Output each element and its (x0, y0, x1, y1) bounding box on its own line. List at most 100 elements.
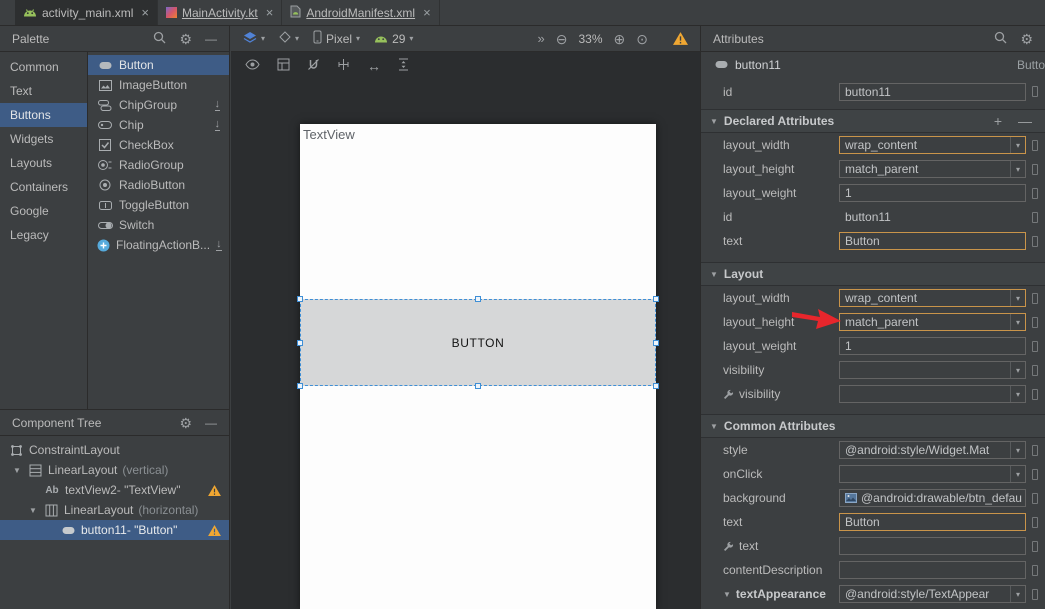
favorite-flag-icon[interactable] (1032, 565, 1038, 576)
common-text-input[interactable]: Button (839, 513, 1026, 531)
device-selector[interactable]: Pixel ▾ (313, 30, 360, 47)
hide-panel-icon[interactable]: — (205, 416, 217, 430)
tab-activity-main-xml[interactable]: activity_main.xml × (15, 0, 158, 25)
common-background-input[interactable]: @android:drawable/btn_defau (839, 489, 1026, 507)
favorite-flag-icon[interactable] (1032, 164, 1038, 175)
resize-handle[interactable] (297, 296, 303, 302)
palette-item-floatingactionbutton[interactable]: FloatingActionB... ↓ (88, 235, 229, 255)
collapse-arrow-icon[interactable]: ▼ (723, 590, 731, 599)
common-tools-text-input[interactable] (839, 537, 1026, 555)
tree-item-textview2[interactable]: Ab textView2- "TextView" (0, 480, 229, 500)
palette-item-radiogroup[interactable]: RadioGroup (88, 155, 229, 175)
declared-text-input[interactable]: Button (839, 232, 1026, 250)
favorite-flag-icon[interactable] (1032, 389, 1038, 400)
declared-layout-height-dropdown[interactable]: match_parent ▾ (839, 160, 1026, 178)
favorite-flag-icon[interactable] (1032, 541, 1038, 552)
layout-layout-width-dropdown[interactable]: wrap_content ▾ (839, 289, 1026, 307)
palette-item-togglebutton[interactable]: ToggleButton (88, 195, 229, 215)
layout-visibility-dropdown[interactable]: ▾ (839, 361, 1026, 379)
palette-category-text[interactable]: Text (0, 79, 87, 103)
palette-category-buttons[interactable]: Buttons (0, 103, 87, 127)
resize-handle[interactable] (653, 296, 659, 302)
common-onclick-dropdown[interactable]: ▾ (839, 465, 1026, 483)
resize-handle[interactable] (653, 383, 659, 389)
id-input[interactable]: button11 (839, 83, 1026, 101)
add-attribute-button[interactable]: + (994, 113, 1002, 129)
layout-tools-visibility-dropdown[interactable]: ▾ (839, 385, 1026, 403)
favorite-flag-icon[interactable] (1032, 140, 1038, 151)
declared-layout-width-dropdown[interactable]: wrap_content ▾ (839, 136, 1026, 154)
orientation-variant-selector[interactable]: ▾ (279, 31, 299, 46)
section-declared-attributes[interactable]: ▼ Declared Attributes + — (701, 109, 1045, 133)
favorite-flag-icon[interactable] (1032, 293, 1038, 304)
section-common-attributes[interactable]: ▼ Common Attributes (701, 414, 1045, 438)
favorite-flag-icon[interactable] (1032, 445, 1038, 456)
favorite-flag-icon[interactable] (1032, 589, 1038, 600)
resize-handle[interactable] (297, 340, 303, 346)
common-contentdescription-input[interactable] (839, 561, 1026, 579)
favorite-flag-icon[interactable] (1032, 517, 1038, 528)
favorite-flag-icon[interactable] (1032, 86, 1038, 97)
tab-androidmanifest-xml[interactable]: AndroidManifest.xml × (282, 0, 439, 25)
hide-panel-icon[interactable]: — (205, 32, 217, 46)
view-options-eye-icon[interactable] (245, 59, 260, 73)
gear-icon[interactable]: ⚙ (179, 32, 192, 46)
palette-item-radiobutton[interactable]: RadioButton (88, 175, 229, 195)
palette-category-common[interactable]: Common (0, 55, 87, 79)
declared-id-value[interactable]: button11 (839, 208, 1026, 226)
api-level-selector[interactable]: 29 ▾ (374, 32, 413, 46)
zoom-out-button[interactable]: ⊖ (556, 32, 568, 46)
layout-layout-height-dropdown[interactable]: match_parent ▾ (839, 313, 1026, 331)
autoconnect-off-magnet-icon[interactable] (307, 58, 320, 74)
resize-handle[interactable] (653, 340, 659, 346)
gear-icon[interactable]: ⚙ (179, 416, 192, 430)
close-icon[interactable]: × (141, 6, 149, 19)
chevron-down-icon[interactable]: ▾ (1010, 362, 1025, 378)
tree-item-linearlayout-horizontal[interactable]: ▼ LinearLayout(horizontal) (0, 500, 229, 520)
expand-arrow-icon[interactable]: ▼ (28, 506, 38, 515)
favorite-flag-icon[interactable] (1032, 212, 1038, 223)
palette-category-containers[interactable]: Containers (0, 175, 87, 199)
chevron-down-icon[interactable]: ▾ (1010, 386, 1025, 402)
gear-icon[interactable]: ⚙ (1020, 32, 1033, 46)
favorite-flag-icon[interactable] (1032, 365, 1038, 376)
canvas-selected-button[interactable]: BUTTON (300, 299, 656, 386)
chevron-down-icon[interactable]: ▾ (1010, 314, 1025, 330)
search-icon[interactable] (994, 31, 1007, 47)
resize-handle[interactable] (475, 383, 481, 389)
search-icon[interactable] (153, 31, 166, 47)
favorite-flag-icon[interactable] (1032, 317, 1038, 328)
chevron-down-icon[interactable]: ▾ (1010, 586, 1025, 602)
layout-layout-weight-input[interactable]: 1 (839, 337, 1026, 355)
favorite-flag-icon[interactable] (1032, 188, 1038, 199)
default-margins-icon[interactable] (337, 58, 350, 74)
favorite-flag-icon[interactable] (1032, 469, 1038, 480)
tree-item-constraintlayout[interactable]: ConstraintLayout (0, 440, 229, 460)
section-layout[interactable]: ▼ Layout (701, 262, 1045, 286)
palette-item-button[interactable]: Button (88, 55, 229, 75)
palette-item-checkbox[interactable]: CheckBox (88, 135, 229, 155)
zoom-to-fit-button[interactable]: ⊙ (636, 32, 648, 46)
palette-category-layouts[interactable]: Layouts (0, 151, 87, 175)
resize-handle[interactable] (475, 296, 481, 302)
blueprint-surface-icon[interactable] (277, 58, 290, 74)
design-surface-selector[interactable]: ▾ (243, 31, 265, 46)
favorite-flag-icon[interactable] (1032, 493, 1038, 504)
tab-mainactivity-kt[interactable]: MainActivity.kt × (158, 0, 282, 25)
favorite-flag-icon[interactable] (1032, 236, 1038, 247)
palette-category-google[interactable]: Google (0, 199, 87, 223)
distribute-vertical-icon[interactable] (398, 58, 409, 74)
tree-item-button11[interactable]: button11- "Button" (0, 520, 229, 540)
canvas-textview[interactable]: TextView (303, 127, 355, 142)
palette-category-legacy[interactable]: Legacy (0, 223, 87, 247)
toolbar-overflow-icon[interactable]: » (538, 31, 545, 46)
palette-category-widgets[interactable]: Widgets (0, 127, 87, 151)
chevron-down-icon[interactable]: ▾ (1010, 137, 1025, 153)
palette-item-chipgroup[interactable]: ChipGroup ↓ (88, 95, 229, 115)
pan-horizontal-icon[interactable]: ↔ (367, 58, 381, 74)
close-icon[interactable]: × (266, 6, 274, 19)
favorite-flag-icon[interactable] (1032, 341, 1038, 352)
common-textappearance-dropdown[interactable]: @android:style/TextAppear ▾ (839, 585, 1026, 603)
warning-icon[interactable] (673, 32, 688, 45)
palette-item-switch[interactable]: Switch (88, 215, 229, 235)
